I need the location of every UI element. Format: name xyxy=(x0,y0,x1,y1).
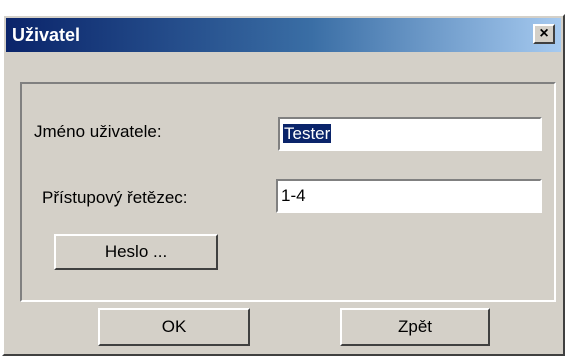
username-field[interactable]: Tester xyxy=(278,117,542,151)
username-label: Jméno uživatele: xyxy=(34,122,162,141)
username-value: Tester xyxy=(283,124,332,143)
access-string-field[interactable]: 1-4 xyxy=(276,179,542,213)
access-string-value: 1-4 xyxy=(281,186,306,205)
window-title: Uživatel xyxy=(12,25,81,45)
password-button[interactable]: Heslo ... xyxy=(54,234,218,270)
title-bar[interactable]: Uživatel × xyxy=(6,18,561,52)
back-button-label: Zpět xyxy=(397,317,433,336)
ok-button[interactable]: OK xyxy=(98,308,250,346)
close-icon: × xyxy=(539,25,549,42)
user-dialog: Uživatel × Jméno uživatele: Tester Příst… xyxy=(2,14,565,356)
ok-button-label: OK xyxy=(161,317,187,336)
back-button[interactable]: Zpět xyxy=(340,308,490,346)
password-button-label: Heslo ... xyxy=(104,242,168,261)
access-string-label: Přístupový řetězec: xyxy=(42,188,188,207)
close-button[interactable]: × xyxy=(533,24,555,44)
